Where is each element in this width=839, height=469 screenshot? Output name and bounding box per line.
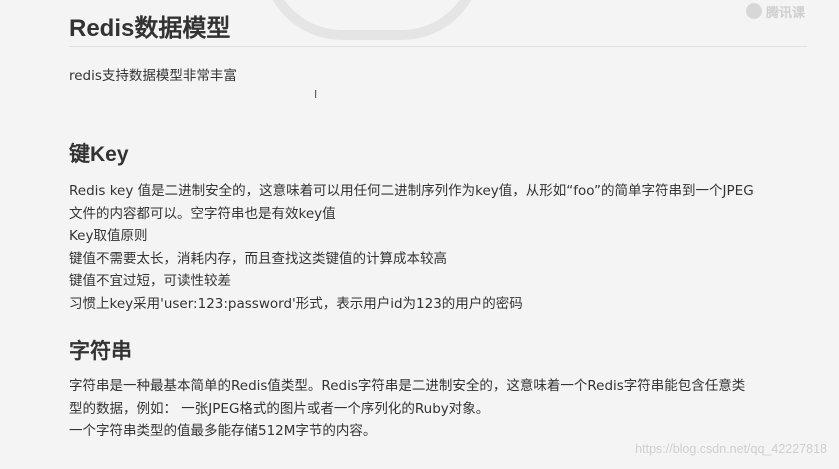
intro-text: redis支持数据模型非常丰富 [69,68,237,84]
watermark-logo: 腾讯课 [746,2,836,21]
document-page: 腾讯课 Redis数据模型 redis支持数据模型非常丰富 I 键Key Red… [0,0,839,469]
section-heading-key: 键Key [69,143,129,166]
title-divider [69,46,807,47]
paragraph-line: 习惯上key采用'user:123:password'形式，表示用户id为123… [69,295,523,312]
decorative-swirl [262,0,482,40]
paragraph-line: 键值不需要太长，消耗内存，而且查找这类键值的计算成本较高 [69,250,447,267]
paragraph-line: 字符串是一种最基本简单的Redis值类型。Redis字符串是二进制安全的，这意味… [69,378,746,394]
paragraph-line: Redis key 值是二进制安全的，这意味着可以用任何二进制序列作为key值，… [69,183,754,199]
paragraph-line: 型的数据，例如： 一张JPEG格式的图片或者一个序列化的Ruby对象。 [69,400,490,417]
paragraph-line: 一个字符串类型的值最多能存储512M字节的内容。 [69,423,377,439]
footer-url-watermark: https://blog.csdn.net/qq_42227818 [635,442,827,456]
logo-text: 腾讯课 [766,5,806,21]
text-cursor-icon: I [314,88,318,101]
section-body-key: Redis key 值是二进制安全的，这意味着可以用任何二进制序列作为key值，… [69,180,809,315]
page-title: Redis数据模型 [69,15,231,42]
section-body-string: 字符串是一种最基本简单的Redis值类型。Redis字符串是二进制安全的，这意味… [69,375,809,443]
paragraph-line: 文件的内容都可以。空字符串也是有效key值 [69,205,336,222]
paragraph-line: 键值不宜过短，可读性较差 [69,273,231,289]
paragraph-line: Key取值原则 [69,228,148,244]
section-heading-string: 字符串 [69,340,132,363]
logo-icon [746,3,762,19]
